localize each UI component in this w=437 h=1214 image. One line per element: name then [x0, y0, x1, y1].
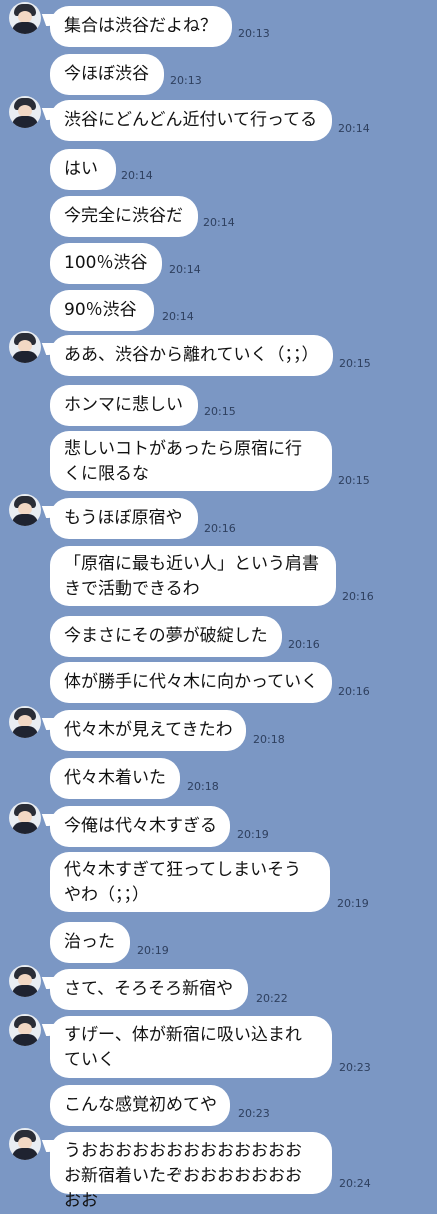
avatar[interactable]	[9, 965, 41, 997]
message-bubble[interactable]: 今完全に渋谷だ	[50, 196, 198, 237]
message-bubble[interactable]: さて、そろそろ新宿や	[50, 969, 248, 1010]
message-time: 20:13	[238, 27, 270, 40]
message-bubble[interactable]: 体が勝手に代々木に向かっていく	[50, 662, 332, 703]
message-bubble[interactable]: 今まさにその夢が破綻した	[50, 616, 282, 657]
message-bubble[interactable]: ああ、渋谷から離れていく（；；）	[50, 335, 333, 376]
message-bubble[interactable]: 治った	[50, 922, 130, 963]
message-bubble[interactable]: ホンマに悲しい	[50, 385, 198, 426]
avatar[interactable]	[9, 331, 41, 363]
message-time: 20:19	[237, 828, 269, 841]
message-bubble[interactable]: すげー、体が新宿に吸い込まれていく	[50, 1016, 332, 1078]
message-bubble[interactable]: 悲しいコトがあったら原宿に行くに限るな	[50, 431, 332, 491]
message-time: 20:15	[339, 357, 371, 370]
message-time: 20:14	[162, 310, 194, 323]
message-time: 20:16	[342, 590, 374, 603]
message-bubble[interactable]: 100％渋谷	[50, 243, 162, 284]
avatar[interactable]	[9, 96, 41, 128]
message-time: 20:14	[121, 169, 153, 182]
message-bubble[interactable]: 代々木が見えてきたわ	[50, 710, 246, 751]
message-bubble[interactable]: うおおおおおおおおおおおおおお新宿着いたぞおおおおおおおおお	[50, 1132, 332, 1211]
message-bubble[interactable]: 90％渋谷	[50, 290, 154, 331]
message-time: 20:15	[204, 405, 236, 418]
avatar[interactable]	[9, 2, 41, 34]
message-time: 20:19	[137, 944, 169, 957]
message-time: 20:14	[338, 122, 370, 135]
message-time: 20:14	[203, 216, 235, 229]
avatar[interactable]	[9, 706, 41, 738]
message-time: 20:24	[339, 1177, 371, 1190]
message-time: 20:16	[288, 638, 320, 651]
message-time: 20:13	[170, 74, 202, 87]
message-bubble[interactable]: 代々木着いた	[50, 758, 180, 799]
message-time: 20:14	[169, 263, 201, 276]
message-time: 20:18	[187, 780, 219, 793]
chat-area[interactable]: 集合は渋谷だよね？ 20:13 今ほぼ渋谷 20:13 渋谷にどんどん近付いて行…	[0, 0, 437, 1211]
message-time: 20:15	[338, 474, 370, 487]
message-time: 20:18	[253, 733, 285, 746]
message-time: 20:23	[339, 1061, 371, 1074]
avatar[interactable]	[9, 1014, 41, 1046]
message-bubble[interactable]: 「原宿に最も近い人」という肩書きで活動できるわ	[50, 546, 336, 606]
avatar[interactable]	[9, 802, 41, 834]
avatar[interactable]	[9, 494, 41, 526]
message-bubble[interactable]: 代々木すぎて狂ってしまいそうやわ（；；）	[50, 852, 330, 912]
message-bubble[interactable]: 今俺は代々木すぎる	[50, 806, 230, 847]
message-time: 20:16	[338, 685, 370, 698]
message-bubble[interactable]: もうほぼ原宿や	[50, 498, 198, 539]
message-time: 20:22	[256, 992, 288, 1005]
message-bubble[interactable]: 集合は渋谷だよね？	[50, 6, 232, 47]
avatar[interactable]	[9, 1128, 41, 1160]
message-bubble[interactable]: はい	[50, 149, 116, 190]
message-bubble[interactable]: 渋谷にどんどん近付いて行ってる	[50, 100, 332, 141]
message-time: 20:23	[238, 1107, 270, 1120]
message-bubble[interactable]: こんな感覚初めてや	[50, 1085, 230, 1126]
message-bubble[interactable]: 今ほぼ渋谷	[50, 54, 164, 95]
message-time: 20:16	[204, 522, 236, 535]
message-time: 20:19	[337, 897, 369, 910]
